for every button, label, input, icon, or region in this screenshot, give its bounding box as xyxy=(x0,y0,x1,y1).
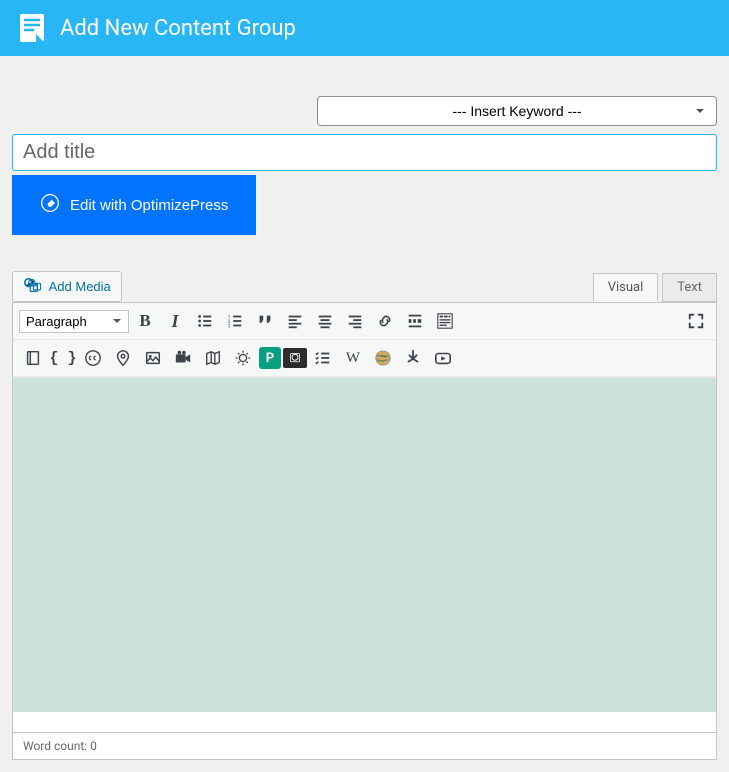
content-area: --- Insert Keyword --- Edit with Optimiz… xyxy=(0,56,729,772)
format-select[interactable]: Paragraph xyxy=(19,310,129,333)
editor-top-bar: Add Media Visual Text xyxy=(12,271,717,302)
page-header: Add New Content Group xyxy=(0,0,729,56)
shortcode-icon[interactable]: { } xyxy=(49,344,77,372)
tab-text[interactable]: Text xyxy=(662,273,717,302)
deposit-photos-icon[interactable] xyxy=(283,348,307,368)
tab-visual[interactable]: Visual xyxy=(593,273,659,302)
image-icon[interactable] xyxy=(139,344,167,372)
weather-icon[interactable] xyxy=(229,344,257,372)
creative-commons-icon[interactable] xyxy=(79,344,107,372)
page-title: Add New Content Group xyxy=(60,16,296,41)
word-count-label: Word count: 0 xyxy=(23,739,97,753)
numbered-list-button[interactable]: 123 xyxy=(221,307,249,335)
checklist-icon[interactable] xyxy=(309,344,337,372)
bold-button[interactable]: B xyxy=(131,307,159,335)
toolbar-toggle-button[interactable] xyxy=(431,307,459,335)
bullet-list-button[interactable] xyxy=(191,307,219,335)
edit-optimizepress-button[interactable]: Edit with OptimizePress xyxy=(12,175,256,235)
editor-tabs: Visual Text xyxy=(593,273,717,302)
fullscreen-button[interactable] xyxy=(682,307,710,335)
align-center-button[interactable] xyxy=(311,307,339,335)
globe-icon[interactable] xyxy=(369,344,397,372)
align-right-button[interactable] xyxy=(341,307,369,335)
pexels-icon[interactable]: P xyxy=(259,347,281,369)
optimizepress-icon xyxy=(40,193,60,217)
wikipedia-icon[interactable]: W xyxy=(339,344,367,372)
align-left-button[interactable] xyxy=(281,307,309,335)
link-button[interactable] xyxy=(371,307,399,335)
editor-status-bar: Word count: 0 xyxy=(12,733,717,760)
toolbar-row-2: { } P W xyxy=(13,340,716,377)
map-icon[interactable] xyxy=(199,344,227,372)
editor-section: Add Media Visual Text Paragraph B I 123 xyxy=(12,271,717,760)
book-icon[interactable] xyxy=(19,344,47,372)
media-icon xyxy=(23,277,43,296)
add-media-label: Add Media xyxy=(49,279,111,294)
italic-button[interactable]: I xyxy=(161,307,189,335)
editor-toolbar: Paragraph B I 123 { } xyxy=(12,302,717,733)
keyword-row: --- Insert Keyword --- xyxy=(12,96,717,126)
youtube-icon[interactable] xyxy=(429,344,457,372)
edit-optimizepress-label: Edit with OptimizePress xyxy=(70,197,228,214)
yelp-icon[interactable] xyxy=(399,344,427,372)
toolbar-row-1: Paragraph B I 123 xyxy=(13,303,716,340)
blockquote-button[interactable] xyxy=(251,307,279,335)
location-pin-icon[interactable] xyxy=(109,344,137,372)
editor-content-area[interactable] xyxy=(13,377,716,712)
read-more-button[interactable] xyxy=(401,307,429,335)
title-input[interactable] xyxy=(12,134,717,171)
document-icon xyxy=(16,12,48,44)
svg-text:3: 3 xyxy=(228,323,231,329)
editor-blank-strip xyxy=(13,712,716,732)
insert-keyword-select[interactable]: --- Insert Keyword --- xyxy=(317,96,717,126)
add-media-button[interactable]: Add Media xyxy=(12,271,122,302)
video-camera-icon[interactable] xyxy=(169,344,197,372)
